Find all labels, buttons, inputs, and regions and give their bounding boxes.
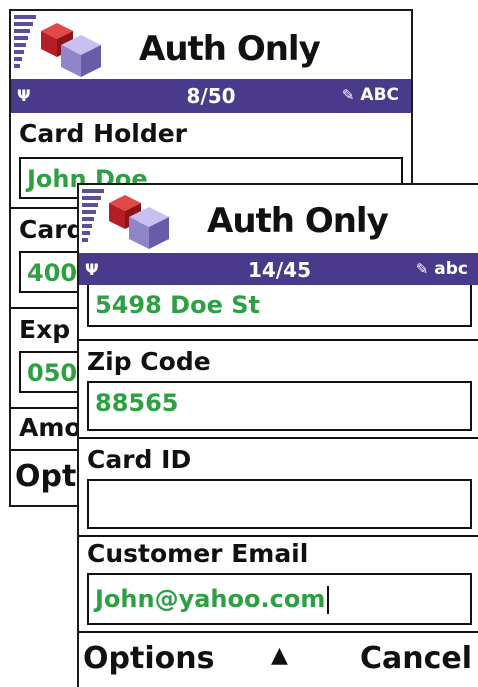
field-input[interactable]: 5498 Doe St xyxy=(87,285,472,327)
field-label: Zip Code xyxy=(87,347,211,376)
input-mode-label: abc xyxy=(434,259,468,279)
input-mode: ✎ ABC xyxy=(342,85,399,105)
front-screen: Auth Only Ψ 14/45 ✎ abc 5498 Doe St Zip C… xyxy=(77,183,478,687)
softkey-bar: Options ▲ Cancel xyxy=(79,631,478,687)
options-softkey[interactable]: Options xyxy=(83,641,214,676)
field-input[interactable] xyxy=(87,479,472,529)
title-area: Auth Only xyxy=(79,185,478,253)
title-area: Auth Only xyxy=(11,11,411,79)
field-card-id[interactable]: Card ID xyxy=(79,439,478,535)
pen-icon: ✎ xyxy=(341,86,355,104)
scroll-up-icon[interactable]: ▲ xyxy=(271,643,288,668)
field-zip-code[interactable]: Zip Code 88565 xyxy=(79,341,478,439)
field-customer-email[interactable]: Customer Email John@yahoo.com xyxy=(79,537,478,631)
field-label: Card xyxy=(19,215,85,244)
status-bar: Ψ 8/50 ✎ ABC xyxy=(11,79,411,113)
field-label: Amo xyxy=(19,413,82,442)
options-softkey[interactable]: Opti xyxy=(15,459,87,494)
field-label: Card Holder xyxy=(19,119,187,148)
cube-icon xyxy=(41,23,101,77)
input-mode-label: ABC xyxy=(360,85,399,105)
input-mode: ✎ abc xyxy=(416,259,468,279)
text-cursor xyxy=(327,586,330,614)
field-label: Customer Email xyxy=(87,539,309,568)
cancel-softkey[interactable]: Cancel xyxy=(360,641,472,676)
field-address[interactable]: 5498 Doe St xyxy=(79,285,478,339)
field-label: Card ID xyxy=(87,445,192,474)
field-input[interactable]: 88565 xyxy=(87,381,472,431)
field-label: Exp xyxy=(19,315,71,344)
status-bar: Ψ 14/45 ✎ abc xyxy=(79,253,478,285)
app-title: Auth Only xyxy=(139,29,321,69)
field-input[interactable]: John@yahoo.com xyxy=(87,573,472,625)
pen-icon: ✎ xyxy=(415,260,429,278)
field-value: John@yahoo.com xyxy=(95,585,326,613)
cube-icon xyxy=(109,195,169,249)
app-title: Auth Only xyxy=(207,201,389,241)
